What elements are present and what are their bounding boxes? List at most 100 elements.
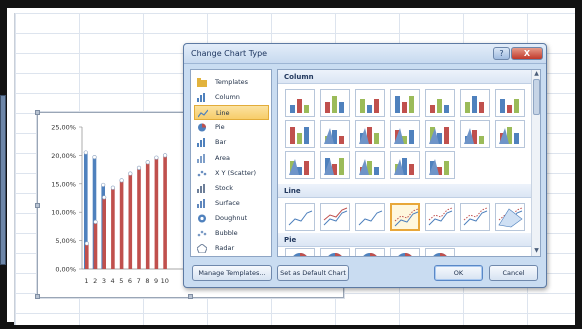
scroll-up-icon[interactable]: ▲ [533,70,540,78]
gallery-scrollbar[interactable]: ▲ ▼ [531,70,540,256]
x-tick-label: 9 [154,277,158,285]
sidebar-item-templates[interactable]: Templates [194,75,269,90]
data-point-marker[interactable] [154,155,159,160]
column-chart-option-7[interactable] [495,89,525,117]
column-chart-option-15[interactable] [285,151,315,179]
pie-chart-option-3[interactable] [355,248,385,256]
chart-type-gallery: Column Line Pie ▲ ▼ [277,69,541,257]
data-point-marker[interactable] [83,150,88,155]
column-chart-option-5[interactable] [425,89,455,117]
x-tick-label: 6 [128,277,132,285]
column-chart-option-13[interactable] [460,120,490,148]
data-point-marker[interactable] [145,160,150,165]
sidebar-item-pie[interactable]: Pie [194,120,269,135]
sidebar-item-surface[interactable]: Surface [194,196,269,211]
change-chart-type-dialog: Change Chart Type ? X Templates Column Lin… [183,43,547,288]
line-chart-option-5[interactable] [425,203,455,231]
column-chart-option-8[interactable] [285,120,315,148]
column-thumbnail-icon [324,128,344,144]
pie-chart-option-4[interactable] [390,248,420,256]
data-point-marker[interactable] [92,155,97,160]
scrollbar-thumb[interactable] [533,79,540,115]
line-chart-option-1[interactable] [285,203,315,231]
data-point-marker[interactable] [102,195,107,200]
column-chart-option-10[interactable] [355,120,385,148]
sidebar-item-bubble[interactable]: Bubble [194,226,269,241]
sidebar-item-x-y-scatter[interactable]: X Y (Scatter) [194,166,269,181]
line-chart-option-2[interactable] [320,203,350,231]
column-chart-option-3[interactable] [355,89,385,117]
set-default-chart-button[interactable]: Set as Default Chart [277,265,349,281]
area-chart-icon [197,153,207,163]
chart-bar[interactable] [119,180,124,269]
sidebar-item-line[interactable]: Line [194,105,269,121]
column-chart-option-18[interactable] [390,151,420,179]
chart-bar[interactable] [154,157,159,269]
data-point-marker[interactable] [136,165,142,170]
line-thumbnail-icon [498,207,523,228]
data-point-marker[interactable] [84,241,89,246]
column-chart-option-11[interactable] [390,120,420,148]
pie-chart-option-2[interactable] [320,248,350,256]
close-button[interactable]: X [511,47,543,60]
line-chart-option-6[interactable] [460,203,490,231]
stock-chart-icon [197,183,207,193]
sidebar-item-doughnut[interactable]: Doughnut [194,211,269,226]
sidebar-item-bar[interactable]: Bar [194,135,269,150]
column-thumbnail-icon [324,158,344,175]
chart-bar[interactable] [93,221,98,269]
y-tick-label: 10,00% [51,209,76,217]
chart-bar[interactable] [145,162,150,269]
sidebar-item-area[interactable]: Area [194,151,269,166]
chart-bar[interactable] [128,173,133,269]
sidebar-item-stock[interactable]: Stock [194,181,269,196]
line-thumbnail-icon [323,207,348,226]
chart-bar[interactable] [111,187,115,269]
help-button[interactable]: ? [493,47,510,60]
section-header-column: Column [278,70,532,84]
data-point-marker[interactable] [119,178,124,183]
scroll-down-icon[interactable]: ▼ [533,247,540,255]
chart-bar[interactable] [163,155,167,269]
folder-icon [197,78,207,87]
pie-chart-option-5[interactable] [425,248,455,256]
data-point-marker[interactable] [128,171,133,176]
column-chart-option-4[interactable] [390,89,420,117]
column-chart-option-2[interactable] [320,89,350,117]
column-chart-option-6[interactable] [460,89,490,117]
sidebar-item-column[interactable]: Column [194,90,269,105]
column-chart-option-14[interactable] [495,120,525,148]
column-chart-option-9[interactable] [320,120,350,148]
manage-templates-button[interactable]: Manage Templates... [192,265,272,281]
sidebar-item-label: Line [216,109,230,118]
sheet-side-panel [0,95,6,265]
data-point-marker[interactable] [162,153,168,158]
data-point-marker[interactable] [110,185,115,190]
line-chart-option-7[interactable] [495,203,525,231]
bar-chart-icon [197,138,207,148]
ok-button[interactable]: OK [434,265,483,281]
chart-bar[interactable] [137,167,141,269]
column-chart-option-1[interactable] [285,89,315,117]
resize-handle[interactable] [188,294,193,299]
sidebar-item-label: Radar [215,244,235,253]
column-chart-option-16[interactable] [320,151,350,179]
pie-chart-option-1[interactable] [285,248,315,256]
column-chart-option-19[interactable] [425,151,455,179]
y-tick-label: 5,00% [55,237,76,245]
column-chart-option-12[interactable] [425,120,455,148]
column-chart-icon [197,93,207,103]
line-chart-option-4[interactable] [390,203,420,231]
line-thumbnail-icon [428,207,453,226]
sidebar-item-radar[interactable]: Radar [194,241,269,256]
data-point-marker[interactable] [93,219,98,224]
cancel-button[interactable]: Cancel [489,265,538,281]
data-point-marker[interactable] [101,182,106,188]
chart-bar[interactable] [102,197,106,269]
dialog-titlebar[interactable]: Change Chart Type ? X [184,44,546,64]
x-tick-label: 7 [137,277,141,285]
column-chart-option-17[interactable] [355,151,385,179]
line-chart-option-3[interactable] [355,203,385,231]
chart-bar[interactable] [85,243,89,269]
y-tick-label: 0,00% [55,266,76,274]
